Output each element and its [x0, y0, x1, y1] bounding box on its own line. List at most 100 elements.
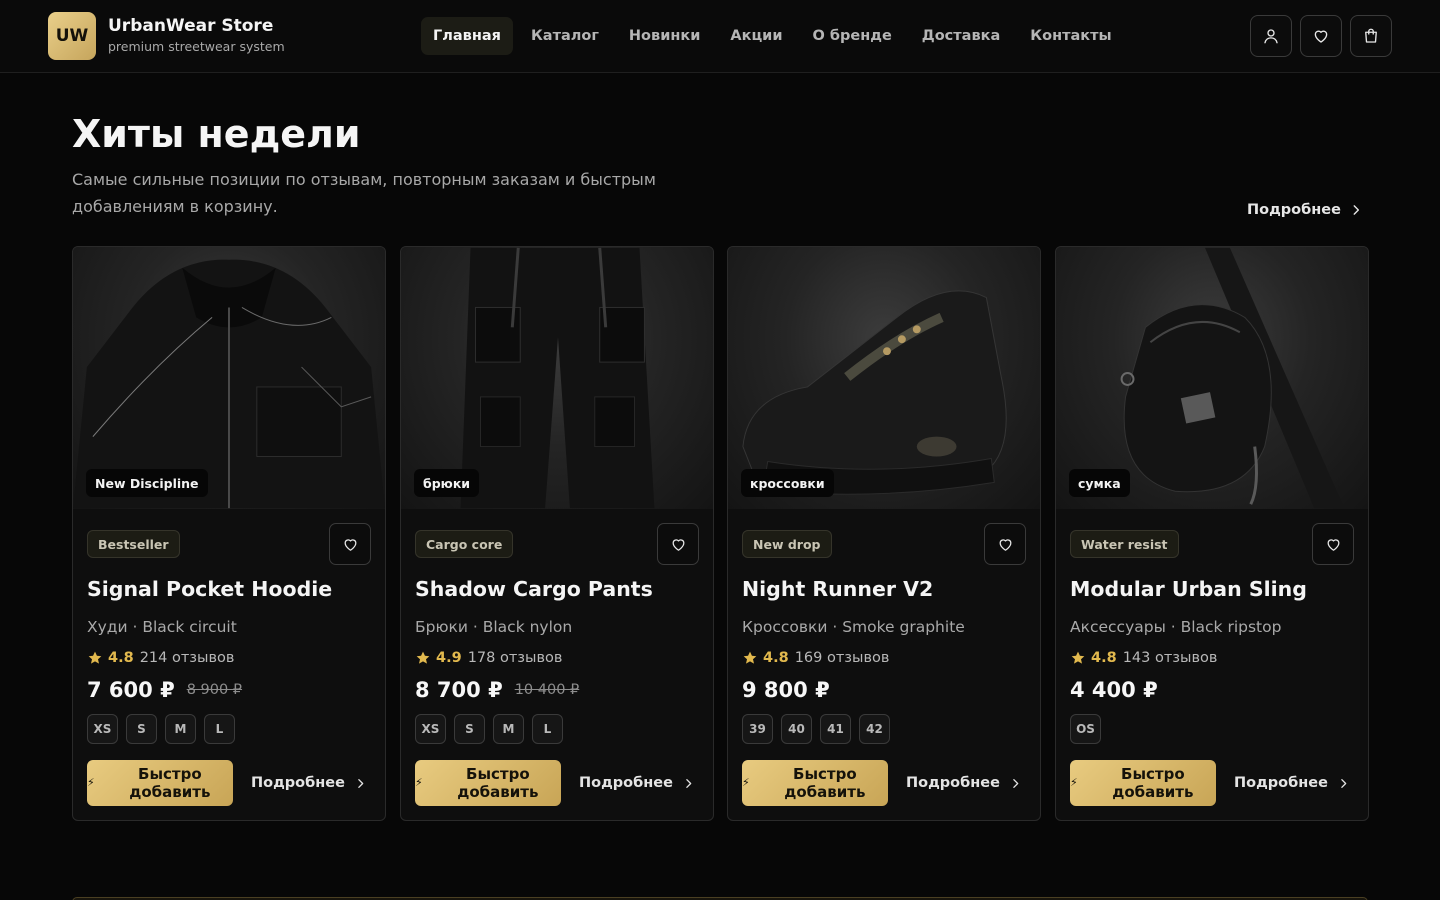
quick-add-button[interactable]: ⚡ Быстро добавить: [1070, 760, 1216, 806]
add-to-favorites-button[interactable]: [657, 523, 699, 565]
size-option[interactable]: M: [493, 714, 524, 744]
product-rating: 4.8 143 отзывов: [1070, 648, 1217, 668]
quick-add-label: Быстро добавить: [129, 765, 211, 801]
more-label: Подробнее: [906, 775, 1000, 791]
product-card[interactable]: сумка Water resist Modular Urban Sling А…: [1055, 246, 1369, 821]
size-option[interactable]: 40: [781, 714, 812, 744]
product-image-sling-bag[interactable]: сумка: [1056, 247, 1368, 509]
nav-item-about[interactable]: О бренде: [801, 17, 904, 55]
product-meta: Брюки · Black nylon: [415, 618, 573, 636]
product-price: 9 800 ₽: [742, 676, 842, 704]
heart-icon: [999, 538, 1011, 551]
image-tag: New Discipline: [86, 469, 208, 497]
add-to-favorites-button[interactable]: [1312, 523, 1354, 565]
nav-item-delivery[interactable]: Доставка: [910, 17, 1012, 55]
bolt-icon: ⚡: [87, 776, 95, 789]
product-name[interactable]: Signal Pocket Hoodie: [87, 577, 332, 601]
product-card[interactable]: кроссовки New drop Night Runner V2 Кросс…: [727, 246, 1041, 821]
size-option[interactable]: S: [126, 714, 157, 744]
review-count: 214 отзывов: [139, 650, 235, 666]
product-rating: 4.8 169 отзывов: [742, 648, 889, 668]
chevron-right-icon: [1013, 778, 1019, 788]
add-to-favorites-button[interactable]: [329, 523, 371, 565]
product-price: 8 700 ₽ 10 400 ₽: [415, 676, 579, 704]
size-option[interactable]: L: [204, 714, 235, 744]
product-more-link[interactable]: Подробнее: [579, 772, 695, 794]
size-option[interactable]: XS: [415, 714, 446, 744]
nav-item-new[interactable]: Новинки: [617, 17, 712, 55]
product-meta: Кроссовки · Smoke graphite: [742, 618, 965, 636]
product-more-link[interactable]: Подробнее: [906, 772, 1022, 794]
product-card[interactable]: брюки Cargo core Shadow Cargo Pants Брюк…: [400, 246, 714, 821]
size-option[interactable]: S: [454, 714, 485, 744]
quick-add-button[interactable]: ⚡ Быстро добавить: [415, 760, 561, 806]
quick-add-button[interactable]: ⚡ Быстро добавить: [742, 760, 888, 806]
product-name[interactable]: Modular Urban Sling: [1070, 577, 1307, 601]
size-option[interactable]: XS: [87, 714, 118, 744]
size-options: XS S M L: [87, 714, 243, 744]
product-more-link[interactable]: Подробнее: [1234, 772, 1350, 794]
size-option[interactable]: 41: [820, 714, 851, 744]
product-card[interactable]: New Discipline Bestseller Signal Pocket …: [72, 246, 386, 821]
review-count: 178 отзывов: [467, 650, 563, 666]
product-name[interactable]: Night Runner V2: [742, 577, 933, 601]
size-option[interactable]: 39: [742, 714, 773, 744]
chevron-right-icon: [686, 778, 692, 788]
account-button[interactable]: [1250, 15, 1292, 57]
product-rating: 4.8 214 отзывов: [87, 648, 234, 668]
product-badge: Cargo core: [415, 530, 514, 558]
heart-icon: [344, 538, 356, 551]
product-more-link[interactable]: Подробнее: [251, 772, 367, 794]
star-icon: [743, 651, 757, 664]
bolt-icon: ⚡: [1070, 776, 1078, 789]
size-option[interactable]: L: [532, 714, 563, 744]
section-more-link[interactable]: Подробнее: [1247, 198, 1363, 222]
star-icon: [416, 651, 430, 664]
section-description: Самые сильные позиции по отзывам, повтор…: [72, 170, 656, 216]
cart-button[interactable]: [1350, 15, 1392, 57]
add-to-favorites-button[interactable]: [984, 523, 1026, 565]
old-price: 10 400 ₽: [514, 682, 580, 698]
size-option[interactable]: M: [165, 714, 196, 744]
brand-tagline: premium streetwear system: [108, 39, 285, 54]
product-badge: Water resist: [1070, 530, 1179, 558]
brand-name[interactable]: UrbanWear Store: [108, 16, 273, 36]
nav-item-sales[interactable]: Акции: [718, 17, 794, 55]
review-count: 169 отзывов: [794, 650, 890, 666]
size-option[interactable]: OS: [1070, 714, 1101, 744]
product-image-sneaker[interactable]: кроссовки: [728, 247, 1040, 509]
main-nav: Главная Каталог Новинки Акции О бренде Д…: [421, 17, 1130, 55]
current-price: 8 700 ₽: [415, 678, 503, 702]
site-header: UW UrbanWear Store premium streetwear sy…: [0, 0, 1440, 73]
size-options: 39 40 41 42: [742, 714, 898, 744]
heart-icon: [1314, 30, 1328, 43]
product-badge: New drop: [742, 530, 832, 558]
size-option[interactable]: 42: [859, 714, 890, 744]
cart-icon: [1365, 28, 1377, 43]
chevron-right-icon: [1353, 205, 1360, 215]
current-price: 4 400 ₽: [1070, 678, 1158, 702]
nav-item-home[interactable]: Главная: [421, 17, 513, 55]
user-icon: [1264, 29, 1278, 44]
size-options: OS: [1070, 714, 1109, 744]
quick-add-button[interactable]: ⚡ Быстро добавить: [87, 760, 233, 806]
heart-icon: [672, 538, 684, 551]
section-more-label: Подробнее: [1247, 202, 1341, 218]
wishlist-button[interactable]: [1300, 15, 1342, 57]
size-options: XS S M L: [415, 714, 571, 744]
chevron-right-icon: [358, 778, 364, 788]
product-image-hoodie[interactable]: New Discipline: [73, 247, 385, 509]
quick-add-label: Быстро добавить: [784, 765, 866, 801]
nav-item-catalog[interactable]: Каталог: [519, 17, 611, 55]
rating-value: 4.8: [1091, 650, 1117, 666]
old-price: 8 900 ₽: [186, 682, 243, 698]
current-price: 7 600 ₽: [87, 678, 175, 702]
rating-value: 4.8: [108, 650, 134, 666]
rating-value: 4.9: [436, 650, 462, 666]
product-name[interactable]: Shadow Cargo Pants: [415, 577, 653, 601]
product-image-cargo-pants[interactable]: брюки: [401, 247, 713, 509]
review-count: 143 отзывов: [1122, 650, 1218, 666]
logo[interactable]: UW: [48, 12, 96, 60]
nav-item-contacts[interactable]: Контакты: [1018, 17, 1123, 55]
image-tag: брюки: [414, 469, 480, 497]
